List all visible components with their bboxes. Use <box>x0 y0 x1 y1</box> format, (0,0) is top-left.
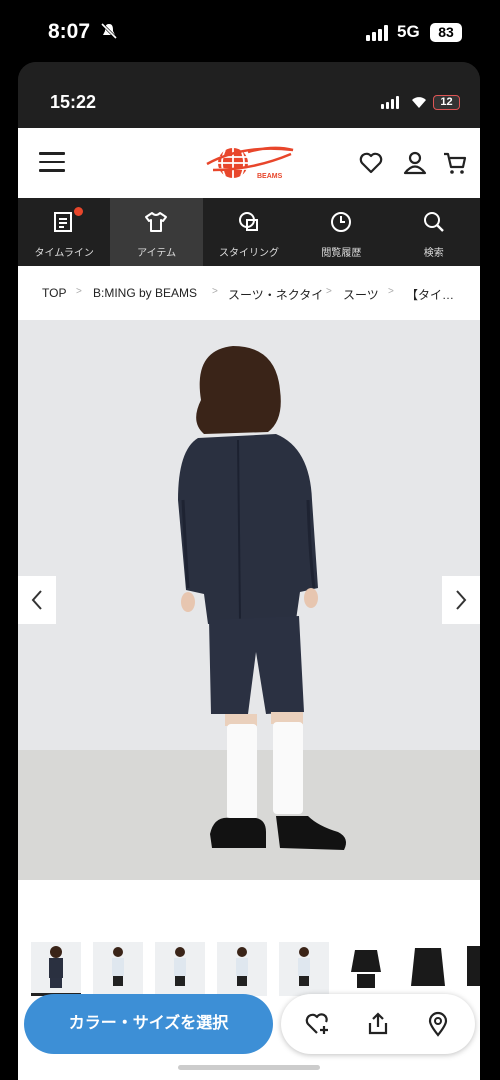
thumbnail[interactable] <box>341 942 391 996</box>
next-image-button[interactable] <box>442 576 480 624</box>
thumbnail[interactable] <box>403 942 453 996</box>
tab-items[interactable]: アイテム <box>110 198 203 266</box>
svg-text:BEAMS: BEAMS <box>257 173 283 180</box>
network-type: 5G <box>397 22 420 41</box>
hamburger-menu-icon[interactable] <box>39 152 65 174</box>
favorite-heart-icon[interactable] <box>358 150 384 176</box>
thumbnail[interactable] <box>155 942 205 996</box>
inner-signal-icon <box>381 96 399 109</box>
thumbnail[interactable] <box>279 942 329 996</box>
app-screenshot: 15:22 12 BEAMS タイムライン アイテム スタイリング 閲覧履歴 検… <box>18 62 480 1080</box>
inner-status-bar: 15:22 12 <box>18 62 480 128</box>
chevron-left-icon <box>31 590 42 610</box>
tshirt-icon <box>145 212 168 232</box>
product-main-image[interactable] <box>18 320 480 880</box>
breadcrumb-link[interactable]: B:MING by BEAMS <box>93 286 197 300</box>
main-tab-bar: タイムライン アイテム スタイリング 閲覧履歴 検索 <box>18 198 480 266</box>
account-person-icon[interactable] <box>402 150 428 176</box>
notification-badge <box>74 207 83 216</box>
device-status-bar: 8:07 5G 83 <box>0 0 500 62</box>
product-photo <box>18 320 480 880</box>
bell-muted-icon <box>100 22 118 45</box>
tab-label: 検索 <box>423 248 444 259</box>
select-color-size-button[interactable]: カラー・サイズを選択 <box>24 994 273 1054</box>
thumbnail[interactable] <box>31 942 81 996</box>
home-indicator <box>178 1065 320 1070</box>
cell-signal-icon <box>366 25 388 41</box>
styling-icon <box>238 212 258 231</box>
tab-styling[interactable]: スタイリング <box>203 198 295 266</box>
cart-icon[interactable] <box>442 150 468 176</box>
site-header: BEAMS <box>18 128 480 198</box>
clock-icon <box>331 212 352 232</box>
device-time: 8:07 <box>48 20 91 43</box>
breadcrumb-link[interactable]: スーツ・ネクタイ <box>228 286 323 303</box>
search-icon <box>423 212 444 232</box>
beams-logo[interactable]: BEAMS <box>203 140 298 186</box>
tab-timeline[interactable]: タイムライン <box>18 198 110 266</box>
store-location-icon[interactable] <box>425 1011 451 1037</box>
wifi-icon <box>409 92 429 110</box>
tab-label: アイテム <box>137 248 177 259</box>
tab-label: 閲覧履歴 <box>321 248 362 259</box>
tab-label: スタイリング <box>218 248 279 259</box>
chevron-right-icon <box>456 590 467 610</box>
tab-search[interactable]: 検索 <box>388 198 480 266</box>
inner-battery: 12 <box>433 95 460 110</box>
thumbnail[interactable] <box>93 942 143 996</box>
thumbnail[interactable] <box>465 942 480 996</box>
share-icon[interactable] <box>365 1011 391 1037</box>
breadcrumb: TOP > B:MING by BEAMS > スーツ・ネクタイ > スーツ >… <box>18 266 480 320</box>
previous-image-button[interactable] <box>18 576 56 624</box>
breadcrumb-current: 【タイ… <box>406 288 455 302</box>
tab-label: タイムライン <box>34 248 94 259</box>
thumbnail[interactable] <box>217 942 267 996</box>
add-to-favorites-icon[interactable] <box>305 1011 331 1037</box>
tab-history[interactable]: 閲覧履歴 <box>295 198 387 266</box>
breadcrumb-link[interactable]: TOP <box>42 286 66 300</box>
breadcrumb-link[interactable]: スーツ <box>343 286 379 303</box>
action-pill <box>281 994 475 1054</box>
battery-level: 83 <box>430 23 462 42</box>
inner-time: 15:22 <box>50 92 97 112</box>
timeline-icon <box>54 212 72 232</box>
